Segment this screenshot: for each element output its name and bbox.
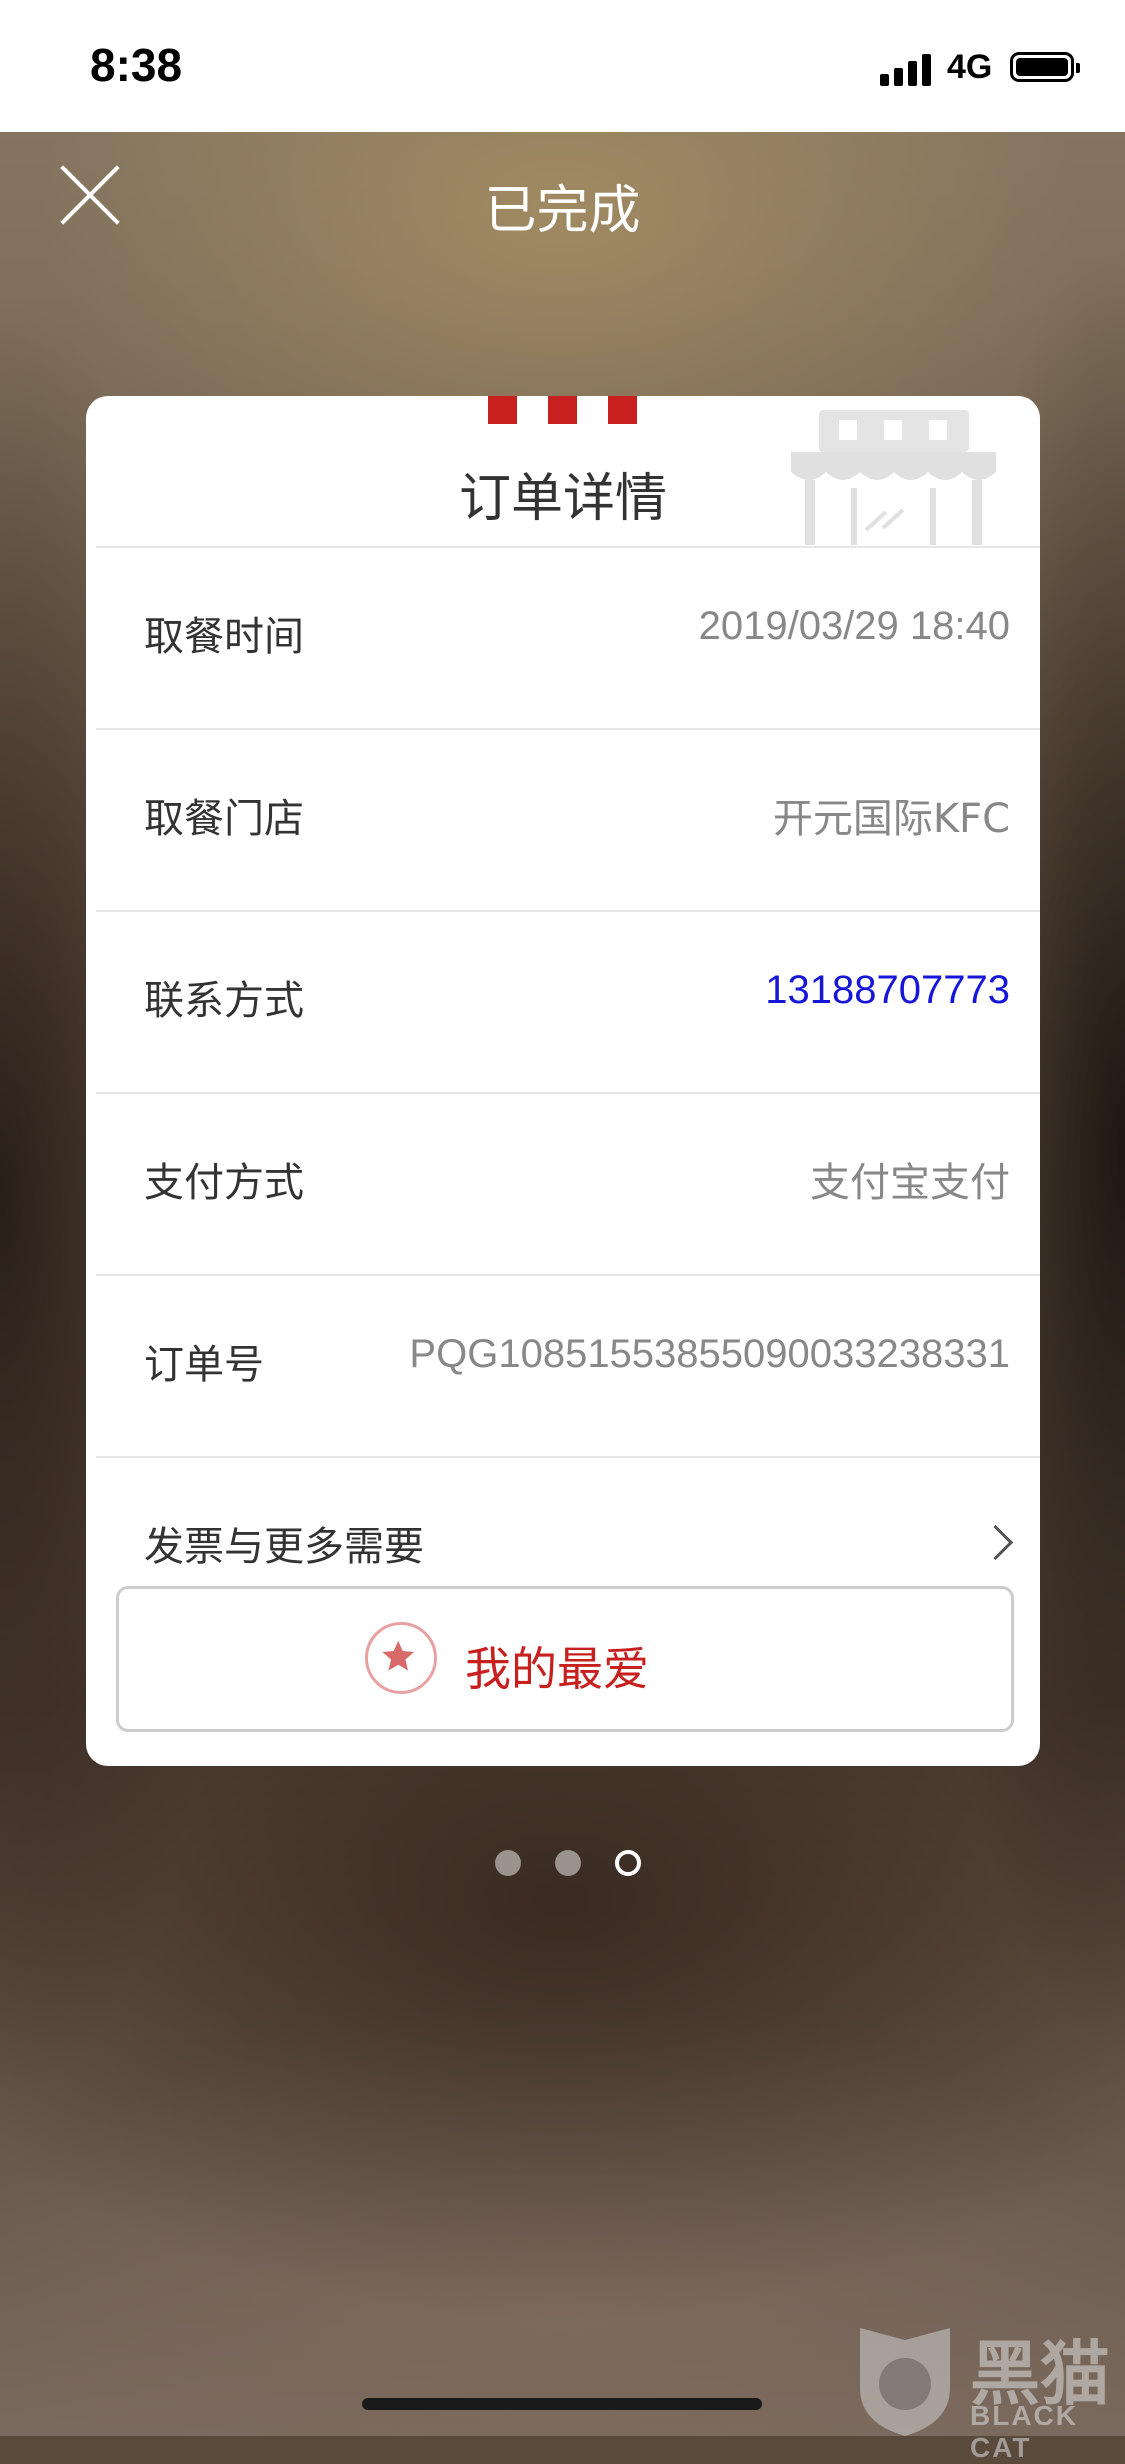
row-label: 订单号 [144,1342,264,1388]
page-dot-active[interactable] [615,1850,641,1876]
watermark-en: BLACK CAT [970,2400,1078,2463]
pickup-time-row: 取餐时间 2019/03/29 18:40 [96,546,1040,728]
pickup-store-row: 取餐门店 开元国际KFC [96,728,1040,910]
row-label: 取餐门店 [144,796,304,842]
favorite-label: 我的最爱 [465,1642,649,1696]
row-value: 支付宝支付 [810,1160,1010,1206]
status-time: 8:38 [90,39,183,91]
row-label: 联系方式 [144,978,304,1024]
phone-link[interactable]: 13188707773 [765,968,1010,1013]
row-value: 2019/03/29 18:40 [698,604,1010,648]
order-detail-card: 订单详情 取餐时间 2019/03/29 18:40 取餐门店 开元国际KFC … [86,396,1040,1766]
kfc-stripes-logo [488,396,638,424]
page-indicator [495,1848,645,1878]
watermark: 黑猫 BLACK CAT [850,2318,1125,2463]
status-bar: 8:38 4G [0,0,1125,132]
signal-icon [880,52,936,86]
star-icon [365,1622,437,1694]
contact-row: 联系方式 13188707773 [96,910,1040,1092]
page-dot[interactable] [495,1850,521,1876]
order-number-row: 订单号 PQG10851553855090033238331 [96,1274,1040,1456]
black-cat-logo-icon [860,2328,950,2436]
card-title: 订单详情 [458,469,667,529]
row-value: 开元国际KFC [772,796,1010,842]
my-favorite-button[interactable]: 我的最爱 [116,1586,1014,1732]
payment-method-row: 支付方式 支付宝支付 [96,1092,1040,1274]
row-label: 支付方式 [144,1160,304,1206]
page-dot[interactable] [555,1850,581,1876]
row-value: PQG10851553855090033238331 [409,1332,1010,1376]
chevron-right-icon [977,1524,1014,1561]
row-label: 取餐时间 [144,614,304,660]
page-title: 已完成 [484,181,641,241]
home-indicator[interactable] [362,2398,762,2410]
battery-icon [1010,52,1080,82]
row-label: 发票与更多需要 [144,1524,424,1570]
network-type: 4G [947,48,993,86]
